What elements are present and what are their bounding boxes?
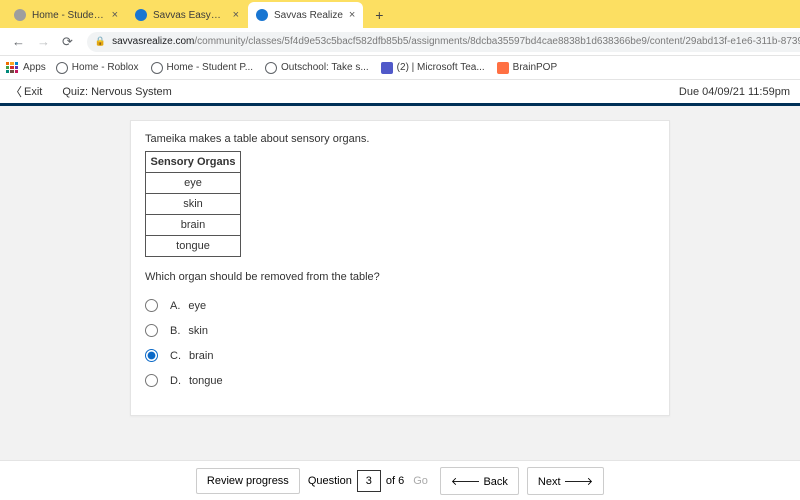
back-label: Back: [483, 476, 507, 488]
table-row: tongue: [146, 236, 241, 257]
radio-input[interactable]: [145, 299, 158, 312]
teams-icon: [381, 62, 393, 74]
brainpop-icon: [497, 62, 509, 74]
exit-label: Exit: [24, 86, 42, 98]
next-button[interactable]: Next 🡒: [527, 467, 604, 495]
table-header: Sensory Organs: [146, 152, 241, 173]
bookmark-item[interactable]: BrainPOP: [497, 62, 557, 74]
bookmark-item[interactable]: Outschool: Take s...: [265, 62, 369, 74]
due-date: Due 04/09/21 11:59pm: [679, 86, 790, 98]
new-tab-button[interactable]: +: [368, 4, 390, 26]
option-text: tongue: [189, 375, 223, 387]
option-text: eye: [188, 300, 206, 312]
question-label: Question: [308, 475, 352, 487]
radio-input[interactable]: [145, 324, 158, 337]
arrow-left-icon: 🡐: [451, 476, 484, 488]
app-area: 〈 Exit Quiz: Nervous System Due 04/09/21…: [0, 80, 800, 500]
back-button[interactable]: 🡐 Back: [440, 467, 519, 495]
option-c[interactable]: C. brain: [145, 343, 655, 368]
browser-toolbar: ← → ⟳ 🔒 savvasrealize.com /community/cla…: [0, 28, 800, 56]
option-letter: A.: [170, 300, 180, 312]
bookmark-label: Outschool: Take s...: [281, 62, 369, 73]
sensory-organs-table: Sensory Organs eye skin brain tongue: [145, 151, 241, 257]
back-icon[interactable]: ←: [12, 34, 25, 49]
options-group: A. eye B. skin C. brain D. tongue: [145, 293, 655, 393]
quiz-title: Quiz: Nervous System: [62, 86, 171, 98]
browser-tab[interactable]: Home - Student Portal ×: [6, 2, 126, 28]
apps-grid-icon: [6, 62, 18, 74]
option-letter: C.: [170, 350, 181, 362]
radio-input[interactable]: [145, 374, 158, 387]
url-domain: savvasrealize.com: [112, 36, 194, 47]
bookmark-label: Home - Student P...: [167, 62, 254, 73]
bookmark-label: BrainPOP: [513, 62, 557, 73]
option-letter: D.: [170, 375, 181, 387]
close-icon[interactable]: ×: [233, 9, 239, 21]
apps-label: Apps: [23, 62, 46, 73]
quiz-body: Tameika makes a table about sensory orga…: [0, 106, 800, 460]
tab-label: Savvas EasyBridge: [153, 10, 227, 21]
question-nav: Question of 6 Go: [308, 470, 432, 492]
apps-button[interactable]: Apps: [6, 62, 46, 74]
bookmark-item[interactable]: Home - Student P...: [151, 62, 254, 74]
globe-icon: [151, 62, 163, 74]
forward-icon: →: [37, 34, 50, 49]
quiz-footer: Review progress Question of 6 Go 🡐 Back …: [0, 460, 800, 500]
bookmark-label: (2) | Microsoft Tea...: [397, 62, 485, 73]
next-label: Next: [538, 476, 561, 488]
question-card: Tameika makes a table about sensory orga…: [130, 120, 670, 416]
table-row: eye: [146, 173, 241, 194]
arrow-right-icon: 🡒: [561, 476, 594, 488]
browser-tab-strip: Home - Student Portal × Savvas EasyBridg…: [0, 0, 800, 28]
close-icon[interactable]: ×: [349, 9, 355, 21]
chevron-left-icon: 〈: [10, 83, 22, 100]
table-row: brain: [146, 215, 241, 236]
question-text: Which organ should be removed from the t…: [145, 271, 655, 283]
option-text: skin: [188, 325, 208, 337]
tab-favicon: [135, 9, 147, 21]
browser-tab-active[interactable]: Savvas Realize ×: [248, 2, 363, 28]
option-letter: B.: [170, 325, 180, 337]
globe-icon: [56, 62, 68, 74]
globe-icon: [265, 62, 277, 74]
tab-label: Savvas Realize: [274, 10, 343, 21]
tab-label: Home - Student Portal: [32, 10, 106, 21]
option-d[interactable]: D. tongue: [145, 368, 655, 393]
bookmarks-bar: Apps Home - Roblox Home - Student P... O…: [0, 56, 800, 80]
question-number-input[interactable]: [357, 470, 381, 492]
of-label: of 6: [386, 475, 404, 487]
tab-favicon: [256, 9, 268, 21]
option-text: brain: [189, 350, 213, 362]
question-prompt: Tameika makes a table about sensory orga…: [145, 133, 655, 145]
close-icon[interactable]: ×: [112, 9, 118, 21]
review-progress-button[interactable]: Review progress: [196, 468, 300, 494]
table-row: skin: [146, 194, 241, 215]
exit-button[interactable]: 〈 Exit: [10, 83, 42, 100]
tab-favicon: [14, 9, 26, 21]
bookmark-item[interactable]: (2) | Microsoft Tea...: [381, 62, 485, 74]
url-path: /community/classes/5f4d9e53c5bacf582dfb8…: [194, 36, 800, 47]
browser-tab[interactable]: Savvas EasyBridge ×: [127, 2, 247, 28]
url-bar[interactable]: 🔒 savvasrealize.com /community/classes/5…: [87, 32, 800, 52]
bookmark-item[interactable]: Home - Roblox: [56, 62, 139, 74]
option-b[interactable]: B. skin: [145, 318, 655, 343]
option-a[interactable]: A. eye: [145, 293, 655, 318]
quiz-header: 〈 Exit Quiz: Nervous System Due 04/09/21…: [0, 80, 800, 106]
lock-icon: 🔒: [95, 36, 106, 47]
radio-input[interactable]: [145, 349, 158, 362]
go-button[interactable]: Go: [409, 475, 432, 487]
reload-icon[interactable]: ⟳: [62, 34, 73, 50]
bookmark-label: Home - Roblox: [72, 62, 139, 73]
